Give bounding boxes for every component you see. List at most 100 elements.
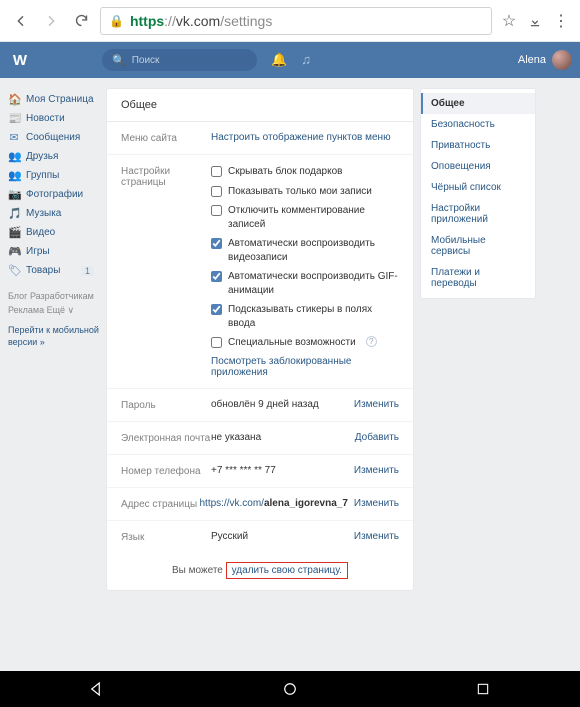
sidebar-item[interactable]: 📰 Новости xyxy=(8,109,100,128)
settings-tab[interactable]: Безопасность xyxy=(421,114,535,135)
back-button[interactable] xyxy=(6,6,36,36)
sidebar-item[interactable]: 👥 Группы xyxy=(8,166,100,185)
sidebar-item[interactable]: 🏠 Моя Страница xyxy=(8,90,100,109)
checkbox-accessibility[interactable]: Специальные возможности? xyxy=(211,336,399,350)
settings-tab[interactable]: Настройки приложений xyxy=(421,198,535,230)
page-address-value: https://vk.com/alena_igorevna_7 xyxy=(199,498,347,510)
phone-value: +7 *** *** ** 77 xyxy=(211,465,348,477)
row-label: Электронная почта xyxy=(121,432,211,444)
sidebar-item[interactable]: ✉ Сообщения xyxy=(8,128,100,147)
vk-logo[interactable]: W xyxy=(8,52,32,69)
user-menu[interactable]: Alena xyxy=(518,50,572,70)
settings-tab[interactable]: Приватность xyxy=(421,135,535,156)
nav-icon: 🏷 xyxy=(8,264,20,277)
mobile-version-link[interactable]: Перейти к мобильной версии » xyxy=(8,325,100,348)
email-value: не указана xyxy=(211,432,349,444)
delete-page-link[interactable]: удалить свою страницу. xyxy=(232,565,342,576)
sidebar-item-label: Фотографии xyxy=(26,189,83,200)
delete-page-row: Вы можете удалить свою страницу. xyxy=(107,553,413,584)
blocked-apps-link[interactable]: Посмотреть заблокированные приложения xyxy=(211,356,399,378)
row-label: Настройки страницы xyxy=(121,165,211,378)
row-label: Пароль xyxy=(121,399,211,411)
password-value: обновлён 9 дней назад xyxy=(211,399,348,411)
sidebar-item-label: Группы xyxy=(26,170,59,181)
settings-tab[interactable]: Платежи и переводы xyxy=(421,262,535,294)
lock-icon: 🔒 xyxy=(109,14,124,28)
vk-header: W 🔍 Поиск 🔔 ♫ Alena xyxy=(0,42,580,78)
star-icon[interactable]: ☆ xyxy=(496,8,522,34)
card-title: Общее xyxy=(107,89,413,122)
search-placeholder: Поиск xyxy=(132,55,160,66)
address-bar[interactable]: 🔒 https://vk.com/settings xyxy=(100,7,492,35)
nav-icon: ✉ xyxy=(8,131,20,144)
settings-card: Общее Меню сайта Настроить отображение п… xyxy=(106,88,414,591)
search-icon: 🔍 xyxy=(112,54,126,67)
row-label: Адрес страницы xyxy=(121,498,199,510)
sidebar-item-label: Моя Страница xyxy=(26,94,94,105)
notifications-icon[interactable]: 🔔 xyxy=(271,52,287,68)
help-icon[interactable]: ? xyxy=(366,336,377,347)
delete-page-highlight: удалить свою страницу. xyxy=(226,562,348,579)
row-label: Язык xyxy=(121,531,211,543)
nav-icon: 🎬 xyxy=(8,226,20,239)
sidebar-item-label: Новости xyxy=(26,113,65,124)
checkbox-only-my-posts[interactable]: Показывать только мои записи xyxy=(211,185,399,199)
music-icon[interactable]: ♫ xyxy=(301,52,311,68)
phone-change-link[interactable]: Изменить xyxy=(354,465,399,477)
checkbox-sticker-suggest[interactable]: Подсказывать стикеры в полях ввода xyxy=(211,303,399,330)
nav-icon: 🎮 xyxy=(8,245,20,258)
avatar xyxy=(552,50,572,70)
password-change-link[interactable]: Изменить xyxy=(354,399,399,411)
nav-icon: 📰 xyxy=(8,112,20,125)
sidebar-item[interactable]: 📷 Фотографии xyxy=(8,185,100,204)
settings-tab[interactable]: Мобильные сервисы xyxy=(421,230,535,262)
language-change-link[interactable]: Изменить xyxy=(354,531,399,543)
android-recent-button[interactable] xyxy=(472,678,494,700)
sidebar-item-label: Сообщения xyxy=(26,132,80,143)
username: Alena xyxy=(518,54,546,66)
badge: 1 xyxy=(81,266,94,276)
row-label: Меню сайта xyxy=(121,132,211,144)
nav-icon: 🎵 xyxy=(8,207,20,220)
settings-tab[interactable]: Общее xyxy=(421,93,535,114)
search-input[interactable]: 🔍 Поиск xyxy=(102,49,257,71)
checkbox-disable-comments[interactable]: Отключить комментирование записей xyxy=(211,204,399,231)
row-label: Номер телефона xyxy=(121,465,211,477)
menu-dots-icon[interactable]: ⋮ xyxy=(548,8,574,34)
nav-icon: 👥 xyxy=(8,169,20,182)
sidebar-item[interactable]: 👥 Друзья xyxy=(8,147,100,166)
nav-icon: 📷 xyxy=(8,188,20,201)
checkbox-hide-gifts[interactable]: Скрывать блок подарков xyxy=(211,165,399,179)
sidebar-item[interactable]: 🏷 Товары 1 xyxy=(8,261,100,280)
sidebar-item[interactable]: 🎬 Видео xyxy=(8,223,100,242)
sidebar-item[interactable]: 🎵 Музыка xyxy=(8,204,100,223)
language-value: Русский xyxy=(211,531,348,543)
sidebar-item-label: Игры xyxy=(26,246,50,257)
android-nav-bar xyxy=(0,671,580,707)
browser-toolbar: 🔒 https://vk.com/settings ☆ ⋮ xyxy=(0,0,580,42)
android-home-button[interactable] xyxy=(279,678,301,700)
settings-tab[interactable]: Чёрный список xyxy=(421,177,535,198)
sidebar-item-label: Друзья xyxy=(26,151,58,162)
sidebar-item[interactable]: 🎮 Игры xyxy=(8,242,100,261)
sidebar-item-label: Музыка xyxy=(26,208,61,219)
settings-tab[interactable]: Оповещения xyxy=(421,156,535,177)
address-change-link[interactable]: Изменить xyxy=(354,498,399,510)
android-back-button[interactable] xyxy=(86,678,108,700)
download-icon[interactable] xyxy=(522,8,548,34)
nav-icon: 🏠 xyxy=(8,93,20,106)
url-protocol: https xyxy=(130,13,164,29)
forward-button[interactable] xyxy=(36,6,66,36)
footer-links[interactable]: Реклама Ещё ∨ xyxy=(8,304,100,318)
checkbox-autoplay-video[interactable]: Автоматически воспроизводить видеозаписи xyxy=(211,237,399,264)
settings-side-menu: ОбщееБезопасностьПриватностьОповещенияЧё… xyxy=(420,88,536,299)
checkbox-autoplay-gif[interactable]: Автоматически воспроизводить GIF-анимаци… xyxy=(211,270,399,297)
nav-icon: 👥 xyxy=(8,150,20,163)
email-add-link[interactable]: Добавить xyxy=(355,432,399,444)
footer-links[interactable]: Блог Разработчикам xyxy=(8,290,100,304)
sidebar-item-label: Товары xyxy=(26,265,60,276)
left-navigation: 🏠 Моя Страница 📰 Новости ✉ Сообщения 👥 Друзья 👥 Г… xyxy=(0,82,100,591)
reload-button[interactable] xyxy=(66,6,96,36)
sidebar-item-label: Видео xyxy=(26,227,55,238)
menu-configure-link[interactable]: Настроить отображение пунктов меню xyxy=(211,132,399,144)
